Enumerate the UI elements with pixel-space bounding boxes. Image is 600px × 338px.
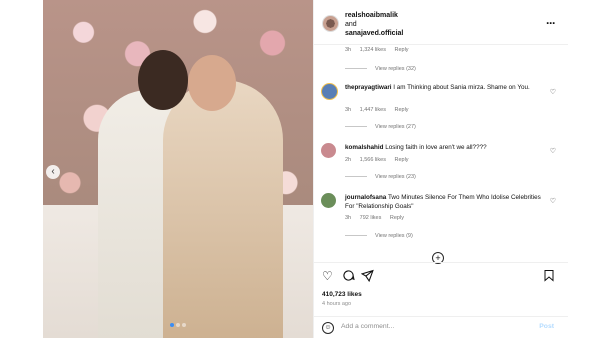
comment-time: 3h	[345, 47, 352, 53]
add-comment-bar: ☺ Add a comment... Post	[314, 318, 568, 338]
comment-likes[interactable]: 1,324 likes	[360, 47, 386, 53]
comment-input[interactable]: Add a comment...	[341, 323, 394, 330]
heart-icon[interactable]: ♡	[550, 147, 556, 155]
coauthor-username[interactable]: sanajaved.official	[345, 29, 403, 38]
reply-button[interactable]: Reply	[394, 107, 408, 113]
carousel-dot	[182, 323, 186, 327]
comment-icon[interactable]	[342, 269, 355, 285]
author-avatar[interactable]	[322, 15, 339, 32]
comments-panel: realshoaibmalik and sanajaved.official ·…	[313, 0, 568, 338]
author-names: realshoaibmalik and sanajaved.official	[345, 11, 403, 38]
more-dots-icon[interactable]: ···	[546, 16, 556, 30]
author-conjunction: and	[345, 21, 357, 28]
emoji-icon[interactable]: ☺	[322, 322, 334, 334]
carousel-dots	[43, 314, 313, 332]
bookmark-icon[interactable]	[543, 269, 555, 285]
reply-button[interactable]: Reply	[394, 157, 408, 163]
divider	[314, 316, 568, 317]
view-replies-button[interactable]: View replies (23)	[345, 174, 416, 180]
comment-meta: 3h 792 likes Reply	[345, 215, 411, 221]
post-header: realshoaibmalik and sanajaved.official ·…	[314, 8, 568, 43]
author-username[interactable]: realshoaibmalik	[345, 11, 403, 20]
comment-body: Losing faith in love aren't we all????	[385, 144, 487, 151]
bride-figure	[163, 80, 283, 338]
commenter-avatar[interactable]	[321, 83, 338, 100]
groom-head	[138, 50, 188, 110]
divider	[314, 44, 568, 45]
commenter-avatar[interactable]	[321, 193, 336, 208]
divider	[314, 262, 568, 263]
comment-meta: 3h 1,324 likes Reply	[345, 47, 416, 53]
heart-icon[interactable]: ♡	[322, 269, 333, 283]
reply-button[interactable]: Reply	[394, 47, 408, 53]
comment-time: 2h	[345, 157, 352, 163]
carousel-dot	[170, 323, 174, 327]
comment-text: komalshahid Losing faith in love aren't …	[345, 144, 541, 153]
chevron-left-icon[interactable]: ‹	[46, 165, 60, 179]
heart-icon[interactable]: ♡	[550, 88, 556, 96]
comment-likes[interactable]: 1,566 likes	[360, 157, 386, 163]
bride-head	[188, 55, 236, 111]
post-actions: ♡	[314, 265, 568, 285]
commenter-avatar[interactable]	[321, 143, 336, 158]
post-comment-button[interactable]: Post	[539, 323, 554, 330]
comment-body: I am Thinking about Sania mirza. Shame o…	[393, 84, 530, 91]
comment-time: 3h	[345, 215, 352, 221]
likes-count[interactable]: 410,723 likes	[322, 291, 362, 298]
comment-meta: 3h 1,447 likes Reply	[345, 107, 416, 113]
heart-icon[interactable]: ♡	[550, 197, 556, 205]
comment-likes[interactable]: 792 likes	[360, 215, 382, 221]
post-photo[interactable]: ‹	[43, 0, 313, 338]
view-replies-button[interactable]: View replies (32)	[345, 66, 416, 72]
comment-likes[interactable]: 1,447 likes	[360, 107, 386, 113]
commenter-username[interactable]: theprayagtiwari	[345, 84, 392, 91]
carousel-dot	[176, 323, 180, 327]
view-replies-button[interactable]: View replies (27)	[345, 124, 416, 130]
post-time: 4 hours ago	[322, 301, 352, 307]
view-replies-button[interactable]: View replies (9)	[345, 233, 413, 239]
reply-button[interactable]: Reply	[390, 215, 404, 221]
comment-time: 3h	[345, 107, 352, 113]
comment-meta: 2h 1,566 likes Reply	[345, 157, 416, 163]
commenter-username[interactable]: journalofsana	[345, 194, 386, 201]
commenter-username[interactable]: komalshahid	[345, 144, 384, 151]
comment-text: journalofsana Two Minutes Silence For Th…	[345, 194, 541, 211]
comment-text: theprayagtiwari I am Thinking about Sani…	[345, 84, 541, 93]
share-icon[interactable]	[360, 269, 374, 285]
